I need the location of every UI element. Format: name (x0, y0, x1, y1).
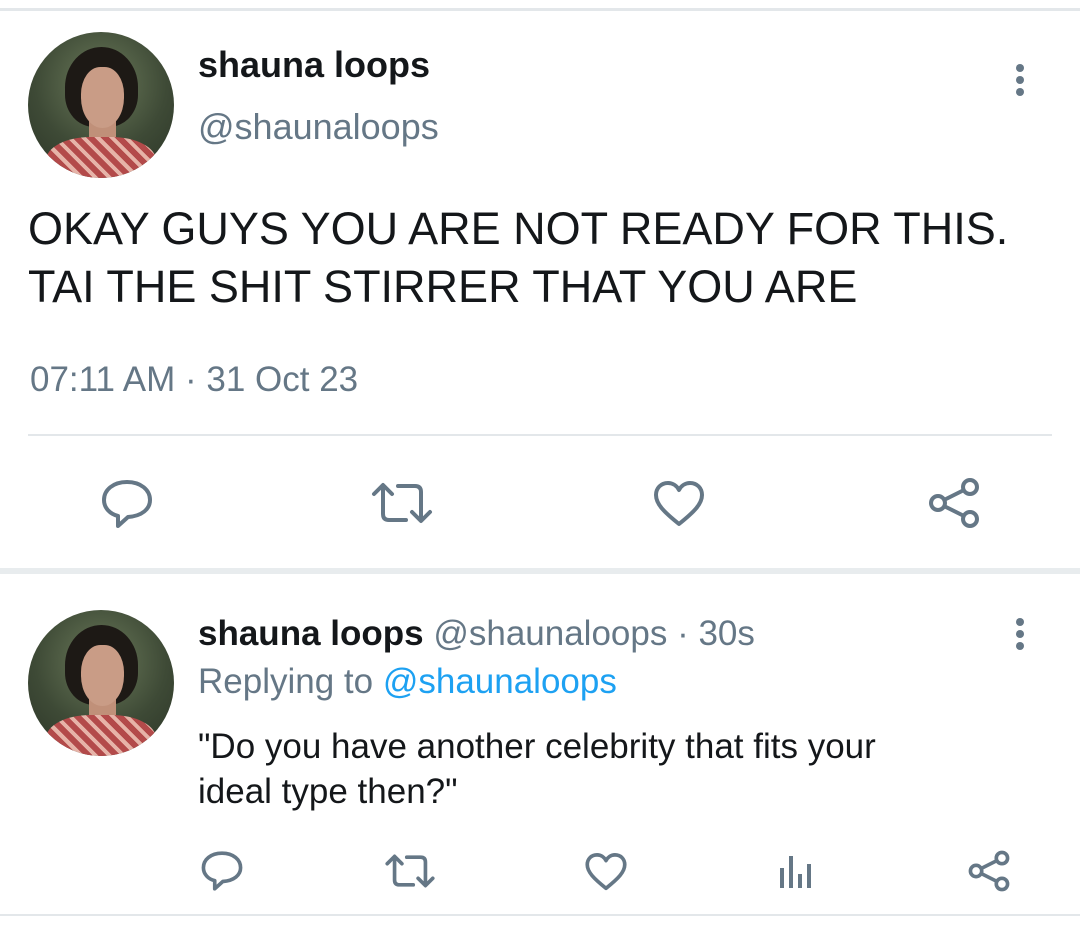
replying-prefix: Replying to (198, 662, 383, 701)
tweet-age[interactable]: 30s (698, 614, 754, 653)
top-divider (0, 8, 1080, 11)
more-options-icon[interactable] (1004, 60, 1038, 100)
divider (28, 434, 1052, 436)
retweet-icon[interactable] (370, 480, 434, 526)
author-handle[interactable]: @shaunaloops (433, 614, 667, 653)
retweet-icon[interactable] (384, 852, 436, 890)
like-icon[interactable] (584, 852, 628, 892)
tweet-text: OKAY GUYS YOU ARE NOT READY FOR THIS. TA… (28, 200, 1058, 316)
separator: · (667, 614, 699, 653)
share-icon[interactable] (926, 477, 982, 529)
avatar[interactable] (28, 610, 174, 756)
tweet-text-line: "Do you have another celebrity that fits… (198, 727, 876, 766)
tweet-text-line: OKAY GUYS YOU ARE NOT READY FOR THIS. (28, 203, 1009, 254)
tweet-timestamp[interactable]: 07:11 AM · 31 Oct 23 (30, 360, 358, 400)
reply-header: shauna loops @shaunaloops · 30s (198, 614, 755, 654)
replying-to-link[interactable]: @shaunaloops (383, 662, 617, 701)
share-icon[interactable] (966, 850, 1012, 892)
tweet-text-line: TAI THE SHIT STIRRER THAT YOU ARE (28, 261, 858, 312)
author-handle[interactable]: @shaunaloops (198, 106, 439, 148)
section-divider (0, 568, 1080, 574)
more-options-icon[interactable] (1004, 614, 1038, 654)
author-name[interactable]: shauna loops (198, 614, 424, 653)
author-name[interactable]: shauna loops (198, 44, 430, 86)
analytics-icon[interactable] (776, 852, 816, 890)
reply-icon[interactable] (100, 478, 154, 530)
replying-to: Replying to @shaunaloops (198, 662, 617, 702)
tweet-text: "Do you have another celebrity that fits… (198, 724, 1058, 814)
bottom-divider (0, 914, 1080, 916)
avatar[interactable] (28, 32, 174, 178)
reply-icon[interactable] (200, 850, 244, 892)
like-icon[interactable] (652, 480, 706, 528)
tweet-text-line: ideal type then?" (198, 772, 458, 811)
